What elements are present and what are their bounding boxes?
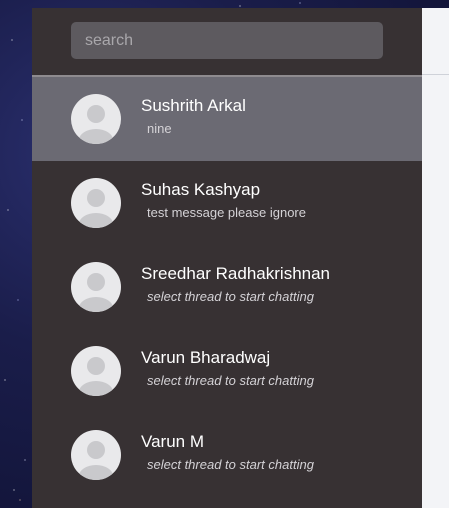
thread-name: Varun M: [141, 432, 204, 451]
thread-sidebar: Sushrith Arkal nine Suhas Kashyap test m…: [32, 8, 422, 508]
thread-item-1[interactable]: Suhas Kashyap test message please ignore: [32, 161, 422, 245]
thread-name: Varun Bharadwaj: [141, 348, 271, 367]
chat-panel-divider: [422, 74, 449, 75]
thread-item-4[interactable]: Varun M select thread to start chatting: [32, 413, 422, 497]
thread-preview: select thread to start chatting: [147, 373, 314, 388]
thread-list: Sushrith Arkal nine Suhas Kashyap test m…: [32, 77, 422, 497]
search-input[interactable]: [71, 22, 383, 59]
search-bar: [32, 8, 422, 77]
thread-preview: select thread to start chatting: [147, 457, 314, 472]
thread-preview: test message please ignore: [147, 205, 306, 220]
thread-name: Sushrith Arkal: [141, 96, 246, 115]
thread-preview: select thread to start chatting: [147, 289, 314, 304]
thread-item-0[interactable]: Sushrith Arkal nine: [32, 77, 422, 161]
thread-meta: Suhas Kashyap test message please ignore: [141, 180, 306, 222]
person-silhouette-icon: [71, 94, 121, 144]
chat-panel: [422, 8, 449, 508]
thread-meta: Sreedhar Radhakrishnan select thread to …: [141, 264, 330, 306]
thread-item-2[interactable]: Sreedhar Radhakrishnan select thread to …: [32, 245, 422, 329]
person-silhouette-icon: [71, 430, 121, 480]
thread-meta: Sushrith Arkal nine: [141, 96, 246, 138]
thread-item-3[interactable]: Varun Bharadwaj select thread to start c…: [32, 329, 422, 413]
person-silhouette-icon: [71, 262, 121, 312]
person-silhouette-icon: [71, 346, 121, 396]
thread-meta: Varun Bharadwaj select thread to start c…: [141, 348, 314, 390]
thread-name: Suhas Kashyap: [141, 180, 261, 199]
thread-name: Sreedhar Radhakrishnan: [141, 264, 331, 283]
thread-meta: Varun M select thread to start chatting: [141, 432, 314, 474]
person-silhouette-icon: [71, 178, 121, 228]
thread-preview: nine: [147, 121, 172, 136]
